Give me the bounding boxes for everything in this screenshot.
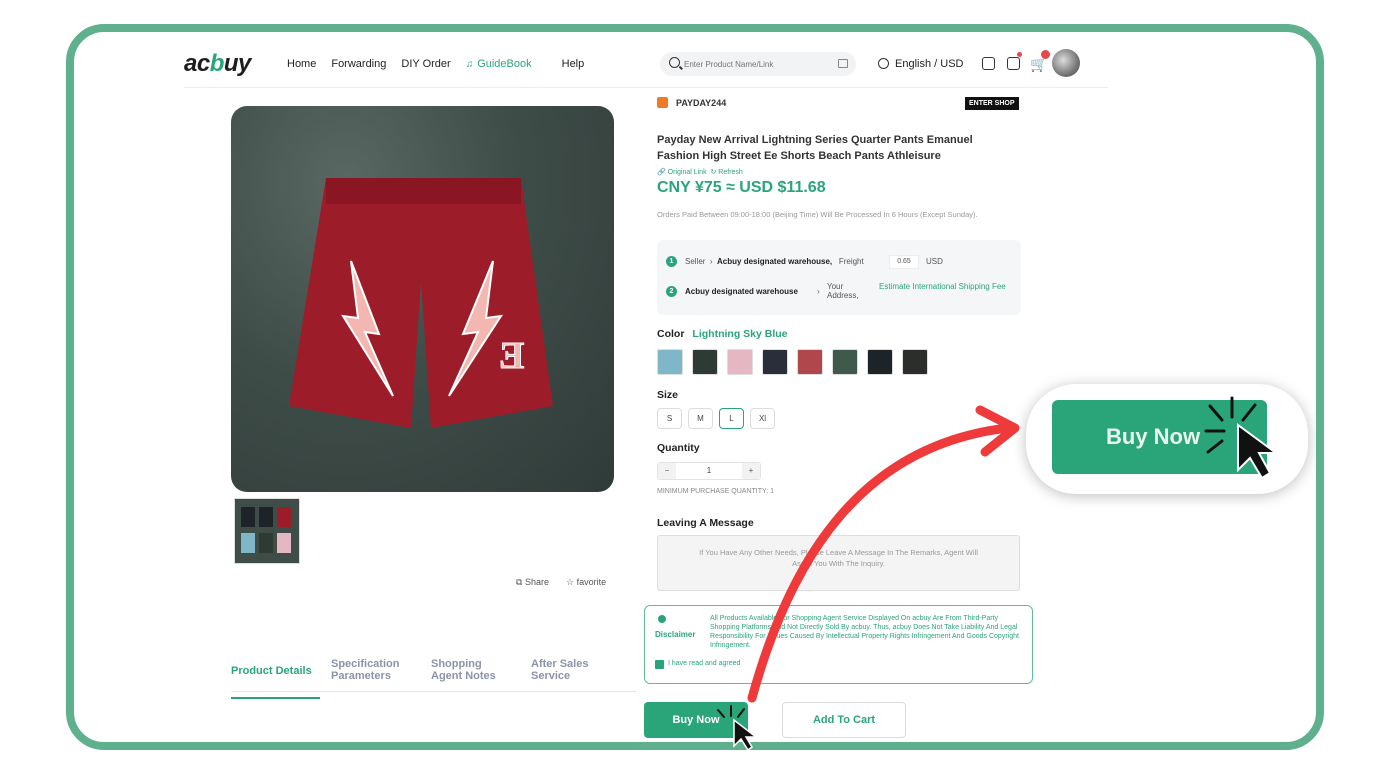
color-swatch[interactable] — [902, 349, 928, 375]
original-link-label: Original Link — [667, 169, 707, 176]
color-swatch[interactable] — [727, 349, 753, 375]
image-search-icon[interactable] — [838, 59, 848, 68]
nav-forwarding[interactable]: Forwarding — [331, 58, 386, 70]
message-label: Leaving A Message — [657, 517, 754, 529]
size-option-xl[interactable]: Xl — [750, 408, 775, 429]
language-label: English / USD — [895, 58, 964, 70]
message-textarea[interactable]: If You Have Any Other Needs, Please Leav… — [657, 535, 1020, 591]
search-input[interactable] — [684, 56, 829, 72]
favorite-button[interactable]: ☆ favorite — [566, 577, 606, 588]
detail-tabs: Product Details Specification Parameters… — [231, 658, 636, 699]
shipping-route: 1 Seller › Acbuy designated warehouse, F… — [657, 240, 1021, 315]
color-swatch[interactable] — [797, 349, 823, 375]
disclaimer-box: Disclaimer All Products Available For Sh… — [644, 605, 1033, 684]
share-label: Share — [524, 577, 549, 587]
main-nav: Home Forwarding DIY Order ♫ GuideBook Hel… — [287, 58, 599, 70]
color-row: Color Lightning Sky Blue — [657, 328, 788, 340]
size-option-l[interactable]: L — [719, 408, 744, 429]
original-link[interactable]: 🔗 Original Link — [657, 169, 707, 176]
nav-guidebook-label: GuideBook — [477, 58, 532, 70]
route-arrow: › — [817, 287, 820, 296]
freight-value: 0.65 — [889, 255, 919, 269]
tab-product-details[interactable]: Product Details — [231, 665, 320, 699]
shop-icon — [657, 97, 668, 108]
nav-diy-order[interactable]: DIY Order — [401, 58, 450, 70]
nav-help[interactable]: Help — [562, 58, 585, 70]
color-swatch[interactable] — [692, 349, 718, 375]
quantity-decrease-button[interactable]: − — [658, 463, 676, 479]
quantity-label: Quantity — [657, 442, 700, 454]
refresh-label: Refresh — [718, 169, 743, 176]
nav-home[interactable]: Home — [287, 58, 316, 70]
seller-label: Seller — [685, 257, 706, 266]
thumbnail-illustration — [241, 507, 291, 553]
quantity-stepper: − 1 + — [657, 462, 761, 480]
minimum-quantity-note: MINIMUM PURCHASE QUANTITY: 1 — [657, 488, 775, 495]
step-number-1: 1 — [666, 256, 677, 267]
zoom-callout: Buy Now — [1026, 384, 1308, 494]
add-to-cart-button[interactable]: Add To Cart — [782, 702, 906, 738]
acbuy-logo[interactable]: acbuy — [184, 50, 251, 78]
your-address-label: Your Address, — [827, 282, 859, 300]
color-swatch[interactable] — [762, 349, 788, 375]
ee-logo-mark: Ǝ — [499, 335, 524, 377]
quantity-input[interactable]: 1 — [676, 463, 742, 479]
support-icon[interactable] — [982, 57, 995, 70]
disclaimer-text: All Products Available For Shopping Agen… — [710, 615, 1019, 649]
color-label: Color — [657, 328, 685, 340]
search-bar — [660, 52, 856, 76]
processing-note: Orders Paid Between 09:00-18:00 (Beijing… — [657, 210, 978, 219]
favorite-label: favorite — [576, 577, 607, 587]
nav-guidebook[interactable]: ♫ GuideBook — [466, 58, 547, 70]
product-thumbnail[interactable] — [234, 498, 300, 564]
warehouse-2-label: Acbuy designated warehouse — [685, 287, 798, 296]
info-icon — [658, 615, 666, 623]
tab-after-sales-service[interactable]: After Sales Service — [531, 658, 601, 682]
agree-checkbox[interactable] — [655, 660, 664, 669]
enter-shop-button[interactable]: ENTER SHOP — [965, 97, 1019, 110]
color-swatches — [657, 349, 928, 375]
tab-shopping-agent-notes[interactable]: Shopping Agent Notes — [431, 658, 511, 682]
freight-currency: USD — [926, 257, 943, 266]
language-currency-selector[interactable]: English / USD — [878, 58, 963, 70]
refresh-link[interactable]: ↻ Refresh — [710, 169, 742, 176]
screenshot-frame: acbuy Home Forwarding DIY Order ♫ GuideBo… — [66, 24, 1324, 750]
product-title: Payday New Arrival Lightning Series Quar… — [657, 134, 973, 162]
selected-color-name: Lightning Sky Blue — [692, 328, 788, 340]
search-icon[interactable] — [669, 57, 680, 68]
warehouse-label: Acbuy designated warehouse, — [717, 257, 833, 266]
zoomed-buy-now-button[interactable]: Buy Now — [1052, 400, 1267, 474]
message-icon[interactable] — [1007, 57, 1020, 70]
step-number-2: 2 — [666, 286, 677, 297]
route-step-1: Seller › Acbuy designated warehouse, Fre… — [685, 257, 864, 266]
bell-icon: ♫ — [465, 59, 474, 70]
buy-now-button[interactable]: Buy Now — [644, 702, 748, 738]
shop-name[interactable]: PAYDAY244 — [657, 97, 726, 108]
size-label: Size — [657, 389, 679, 401]
message-notification-dot — [1017, 52, 1022, 57]
freight-label: Freight — [838, 257, 864, 266]
disclaimer-heading: Disclaimer — [655, 630, 696, 639]
size-option-s[interactable]: S — [657, 408, 682, 429]
user-avatar[interactable] — [1052, 49, 1080, 77]
size-options: S M L Xl — [657, 408, 775, 429]
product-main-image[interactable]: Ǝ — [231, 106, 614, 492]
product-links: 🔗 Original Link ↻ Refresh — [657, 168, 743, 176]
size-option-m[interactable]: M — [688, 408, 713, 429]
tab-specification-parameters[interactable]: Specification Parameters — [331, 658, 413, 682]
globe-icon — [878, 58, 889, 69]
agree-checkbox-label: I have read and agreed — [668, 660, 741, 667]
estimate-shipping-link[interactable]: Estimate International Shipping Fee — [879, 282, 1014, 291]
top-navigation-bar: acbuy Home Forwarding DIY Order ♫ GuideBo… — [184, 46, 1108, 88]
cart-badge — [1041, 50, 1050, 59]
color-swatch[interactable] — [657, 349, 683, 375]
color-swatch[interactable] — [832, 349, 858, 375]
shorts-illustration: Ǝ — [289, 178, 553, 428]
product-price: CNY ¥75 ≈ USD $11.68 — [657, 179, 826, 196]
share-button[interactable]: ⧉ Share — [516, 577, 549, 588]
shop-name-label: PAYDAY244 — [676, 98, 727, 108]
color-swatch[interactable] — [867, 349, 893, 375]
quantity-increase-button[interactable]: + — [742, 463, 760, 479]
